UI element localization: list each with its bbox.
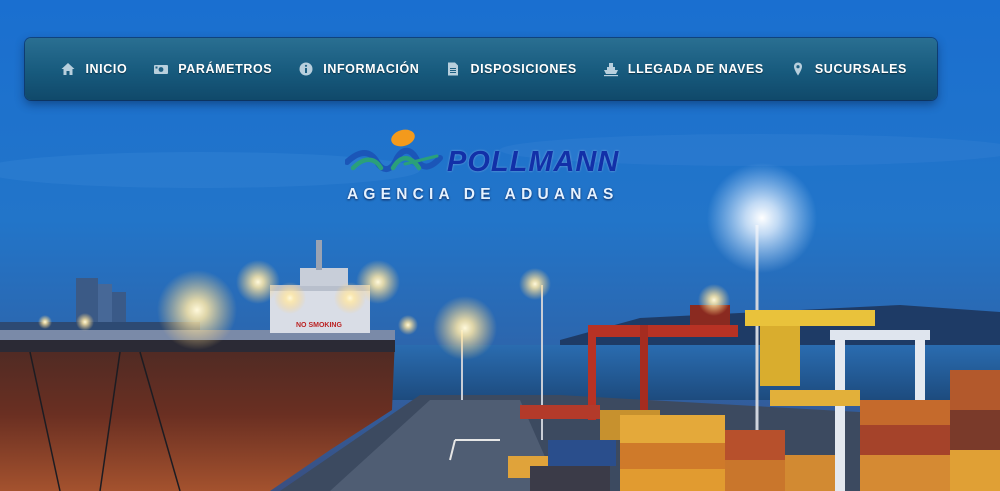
nav-item-label: INICIO <box>85 62 128 76</box>
home-icon <box>60 61 76 77</box>
logo-emblem-icon <box>345 129 443 172</box>
nav-item-llegada-de-naves[interactable]: LLEGADA DE NAVES <box>603 61 764 77</box>
map-pin-icon <box>790 61 806 77</box>
nav-item-parametros[interactable]: PARÁMETROS <box>153 61 272 77</box>
nav-item-label: INFORMACIÓN <box>323 62 420 76</box>
main-navigation: INICIO PARÁMETROS INFORMACIÓN DISPOSICIO… <box>25 38 937 100</box>
money-bill-icon <box>153 61 169 77</box>
pollmann-logo[interactable]: POLLMANN AGENCIA DE ADUANAS <box>345 128 625 208</box>
nav-item-disposiciones[interactable]: DISPOSICIONES <box>445 61 576 77</box>
ship-icon <box>603 61 619 77</box>
nav-item-label: LLEGADA DE NAVES <box>627 62 764 76</box>
nav-item-label: SUCURSALES <box>814 62 907 76</box>
nav-item-label: DISPOSICIONES <box>470 62 577 76</box>
logo-wordmark: POLLMANN <box>447 146 620 178</box>
no-smoking-sign: NO SMOKING <box>296 322 342 329</box>
nav-item-inicio[interactable]: INICIO <box>60 61 127 77</box>
nav-item-label: PARÁMETROS <box>178 62 273 76</box>
nav-item-informacion[interactable]: INFORMACIÓN <box>298 61 419 77</box>
info-circle-icon <box>298 61 314 77</box>
logo-subtitle: AGENCIA DE ADUANAS <box>347 186 619 203</box>
nav-item-sucursales[interactable]: SUCURSALES <box>790 61 907 77</box>
document-icon <box>445 61 461 77</box>
